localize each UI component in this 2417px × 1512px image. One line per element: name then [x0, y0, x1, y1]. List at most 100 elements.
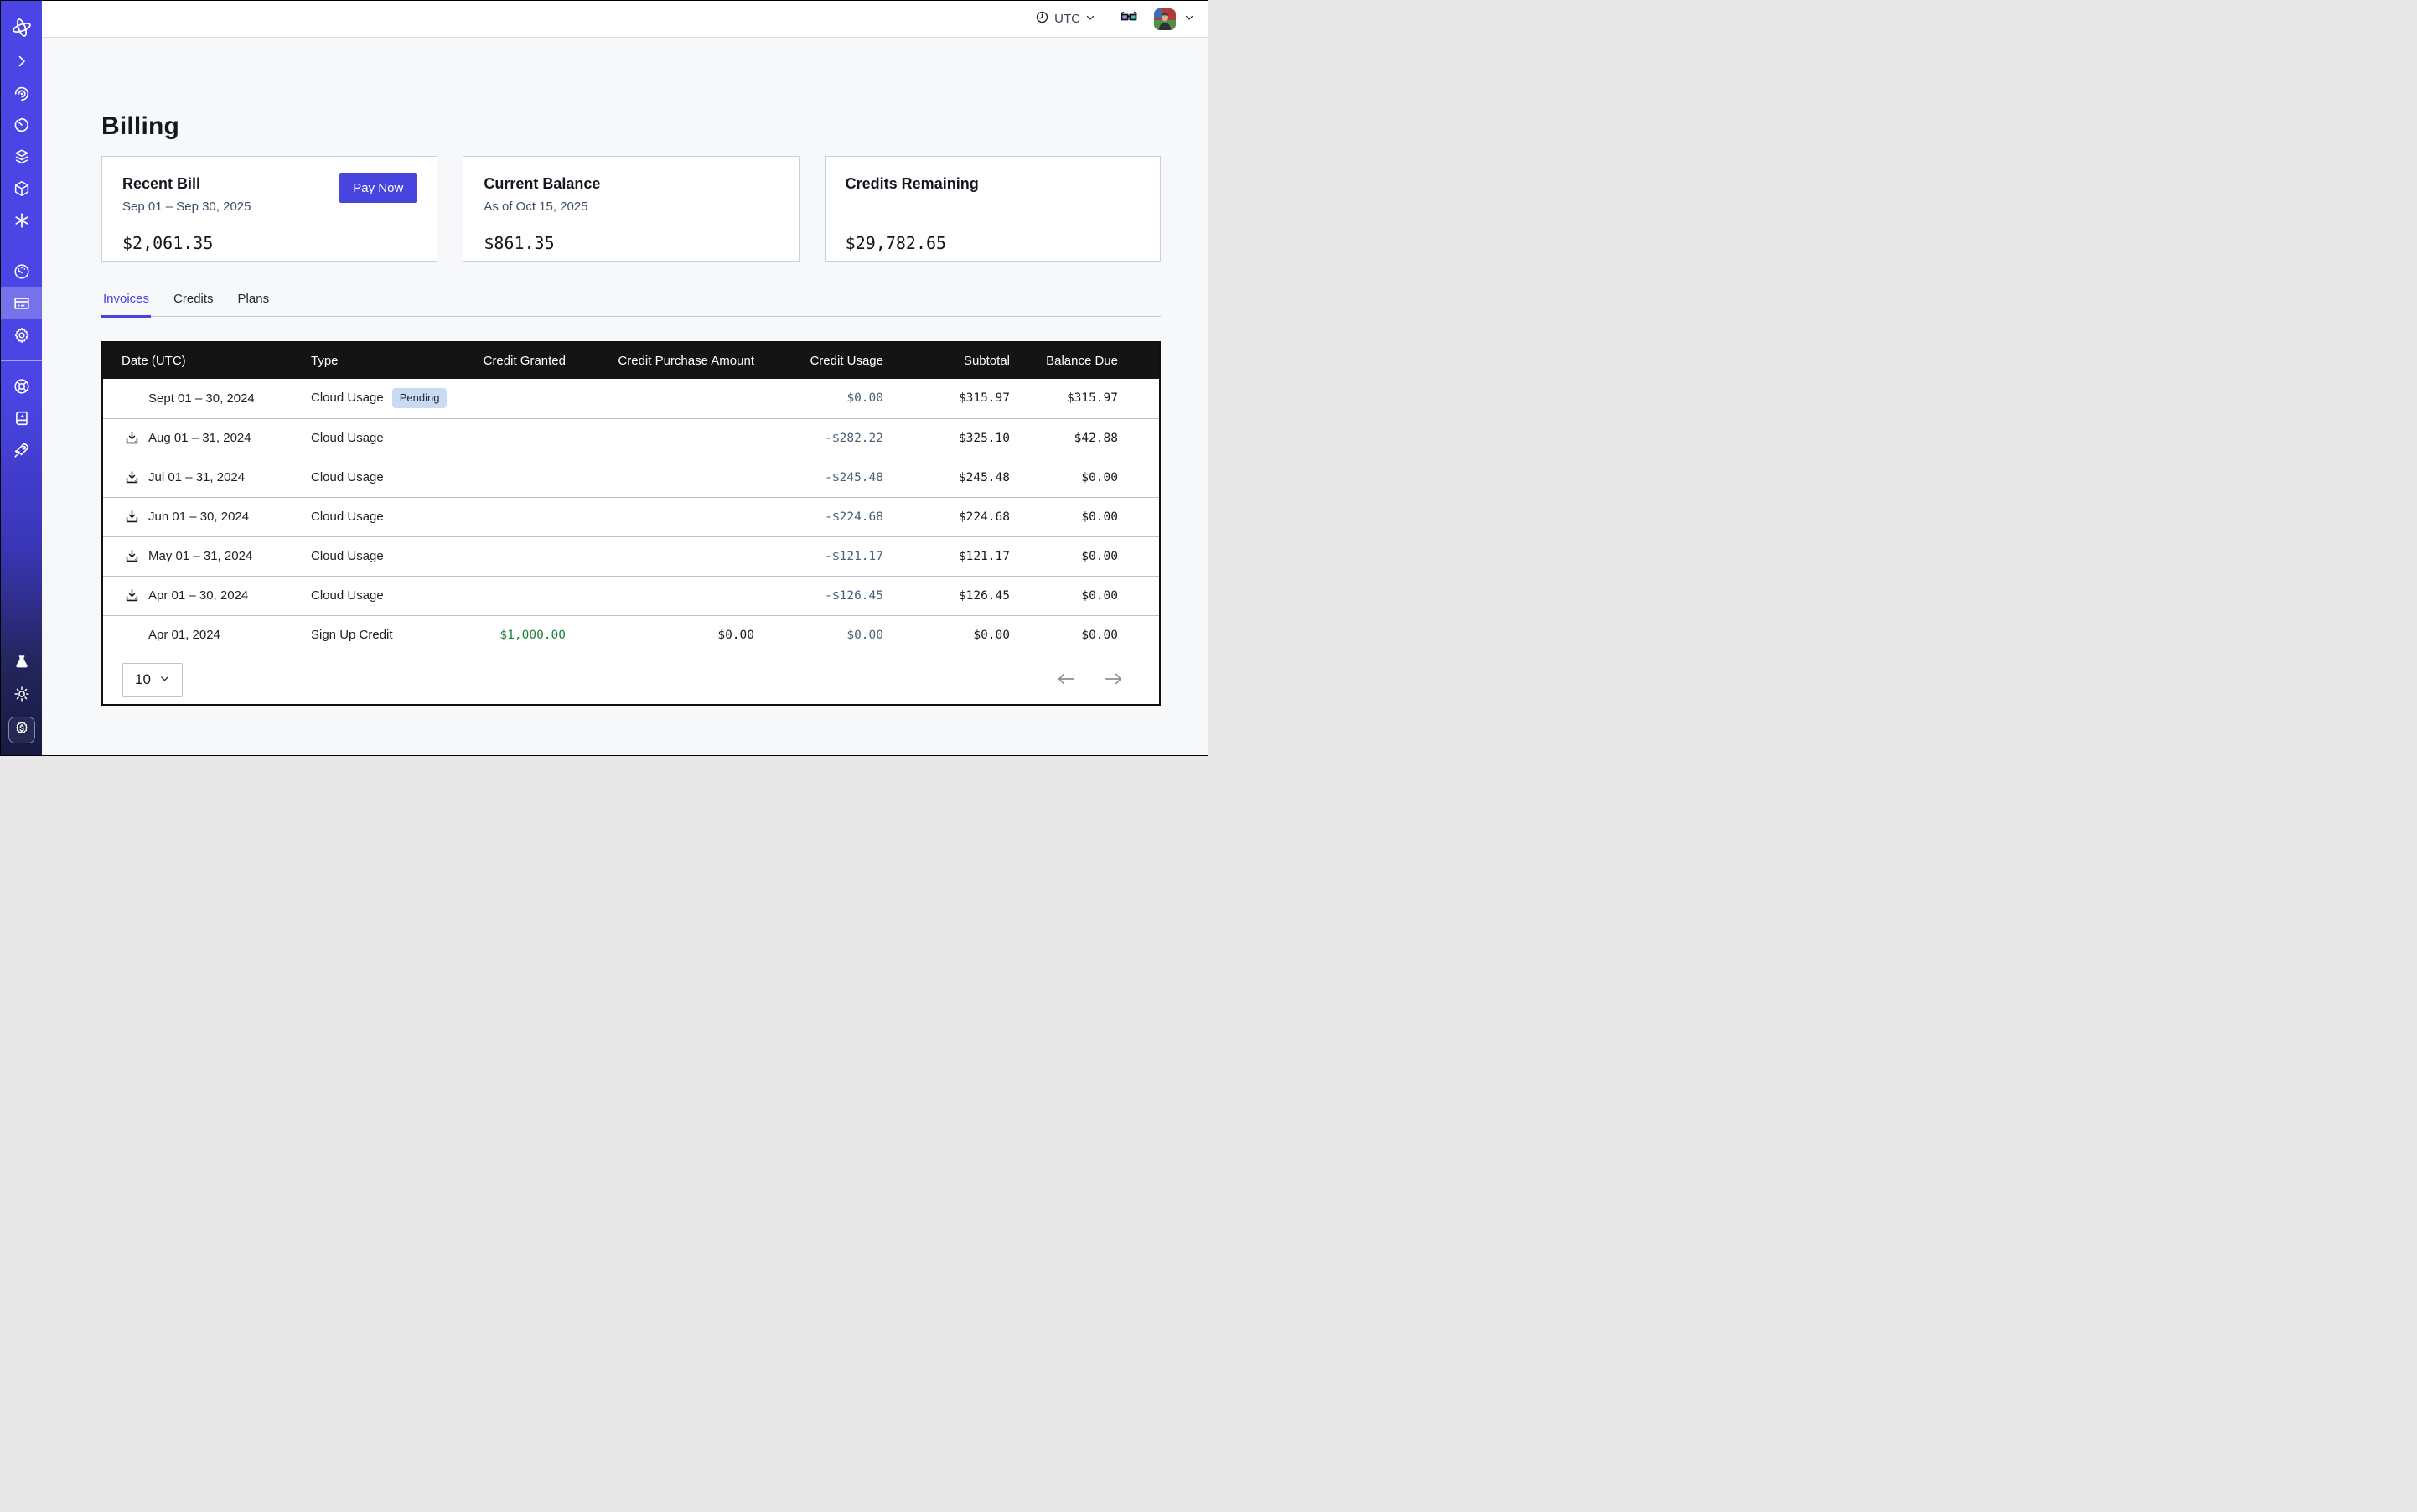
- credit-granted-value: [453, 497, 566, 536]
- credit-granted-value: [453, 379, 566, 418]
- credit-usage-value: $0.00: [754, 615, 883, 655]
- sidebar-item-expand[interactable]: [1, 45, 42, 77]
- dashboard-gauge-icon: [13, 262, 31, 281]
- invoices-table: Date (UTC)TypeCredit GrantedCredit Purch…: [103, 343, 1159, 655]
- credit-usage-value: $0.00: [754, 379, 883, 418]
- column-header: Credit Usage: [754, 343, 883, 379]
- chevron-down-icon: [159, 671, 170, 688]
- column-header: Credit Granted: [453, 343, 566, 379]
- table-row: Aug 01 – 31, 2024Cloud Usage-$282.22$325…: [103, 418, 1159, 458]
- credit-purchase-value: $0.00: [566, 615, 754, 655]
- tab-credits[interactable]: Credits: [172, 291, 215, 316]
- credit-purchase-value: [566, 458, 754, 497]
- sidebar-divider: [1, 360, 42, 361]
- card-title: Current Balance: [484, 173, 778, 194]
- recent-bill-card: Recent Bill Sep 01 – Sep 30, 2025 $2,061…: [101, 156, 437, 262]
- download-slot-empty: [124, 627, 140, 643]
- rocket-icon: [13, 441, 31, 459]
- sidebar-item-support[interactable]: [1, 370, 42, 402]
- sidebar-item-settings[interactable]: [1, 319, 42, 351]
- credit-usage-value: -$121.17: [754, 536, 883, 576]
- pay-now-button[interactable]: Pay Now: [339, 173, 417, 203]
- card-amount: $861.35: [484, 233, 778, 253]
- credit-purchase-value: [566, 497, 754, 536]
- sidebar-item-theme[interactable]: [1, 678, 42, 710]
- billing-tabs: Invoices Credits Plans: [101, 291, 1161, 317]
- table-row: Apr 01, 2024Sign Up Credit$1,000.00$0.00…: [103, 615, 1159, 655]
- sidebar-item-labs[interactable]: [1, 646, 42, 678]
- subtotal-value: $224.68: [883, 497, 1010, 536]
- sidebar-item-monitoring[interactable]: [1, 77, 42, 109]
- invoice-date: Apr 01, 2024: [148, 628, 220, 642]
- balance-due-value: $0.00: [1010, 615, 1159, 655]
- cube-icon: [13, 179, 31, 198]
- invoice-date: Jun 01 – 30, 2024: [148, 510, 249, 524]
- credit-purchase-value: [566, 379, 754, 418]
- support-wheel-icon: [13, 377, 31, 396]
- column-header: Credit Purchase Amount: [566, 343, 754, 379]
- avatar[interactable]: [1154, 8, 1176, 30]
- sidebar-item-billing[interactable]: [1, 287, 42, 319]
- download-invoice-icon[interactable]: [124, 588, 140, 603]
- billing-card-icon: [13, 294, 31, 313]
- credit-usage-value: -$245.48: [754, 458, 883, 497]
- credit-granted-value: [453, 418, 566, 458]
- prev-page-button[interactable]: [1057, 672, 1075, 688]
- timezone-selector[interactable]: UTC: [1035, 10, 1095, 28]
- credit-granted-value: [453, 536, 566, 576]
- download-invoice-icon[interactable]: [124, 548, 140, 564]
- view-mode-button[interactable]: [1119, 7, 1139, 31]
- sidebar-item-packages[interactable]: [1, 173, 42, 205]
- logo-orbit-icon[interactable]: [9, 15, 34, 40]
- summary-cards: Recent Bill Sep 01 – Sep 30, 2025 $2,061…: [101, 156, 1161, 262]
- table-header: Date (UTC)TypeCredit GrantedCredit Purch…: [103, 343, 1159, 379]
- next-page-button[interactable]: [1105, 672, 1123, 688]
- 3d-glasses-icon: [1119, 7, 1139, 31]
- history-clock-icon: [13, 116, 31, 134]
- column-header: Subtotal: [883, 343, 1010, 379]
- card-amount: $29,782.65: [846, 233, 1140, 253]
- download-slot-empty: [124, 391, 140, 406]
- invoice-date: May 01 – 31, 2024: [148, 549, 252, 563]
- download-invoice-icon[interactable]: [124, 469, 140, 485]
- column-header: Type: [311, 343, 453, 379]
- credit-purchase-value: [566, 576, 754, 615]
- credit-granted-value: $1,000.00: [453, 615, 566, 655]
- download-invoice-icon[interactable]: [124, 509, 140, 525]
- invoices-table-container: Date (UTC)TypeCredit GrantedCredit Purch…: [101, 341, 1161, 706]
- sidebar-item-layers[interactable]: [1, 141, 42, 173]
- topbar: UTC: [42, 1, 1208, 38]
- sidebar-item-dashboard[interactable]: [1, 256, 42, 287]
- monitor-eye-icon: [13, 84, 31, 102]
- clock-icon: [1035, 10, 1049, 28]
- tab-invoices[interactable]: Invoices: [101, 291, 151, 316]
- credits-button[interactable]: [8, 717, 35, 743]
- account-menu-button[interactable]: [1184, 12, 1194, 27]
- asterisk-icon: [13, 211, 31, 230]
- column-header: Balance Due: [1010, 343, 1159, 379]
- chevron-down-icon: [1085, 12, 1095, 27]
- sidebar-item-docs[interactable]: [1, 402, 42, 434]
- tab-plans[interactable]: Plans: [236, 291, 272, 316]
- table-row: Jun 01 – 30, 2024Cloud Usage-$224.68$224…: [103, 497, 1159, 536]
- status-badge: Pending: [392, 388, 448, 408]
- theme-sun-icon: [13, 685, 31, 703]
- balance-due-value: $0.00: [1010, 497, 1159, 536]
- credit-usage-value: -$224.68: [754, 497, 883, 536]
- sidebar-item-services[interactable]: [1, 205, 42, 236]
- invoice-type: Cloud Usage: [311, 588, 384, 603]
- table-row: Apr 01 – 30, 2024Cloud Usage-$126.45$126…: [103, 576, 1159, 615]
- credits-dollar-icon: [13, 720, 30, 741]
- sidebar-item-history[interactable]: [1, 109, 42, 141]
- app-window: UTC: [0, 0, 1208, 756]
- current-balance-card: Current Balance As of Oct 15, 2025 $861.…: [463, 156, 799, 262]
- page-size-select[interactable]: 10: [122, 663, 183, 697]
- card-amount: $2,061.35: [122, 233, 417, 253]
- sidebar-item-launch[interactable]: [1, 434, 42, 466]
- credit-granted-value: [453, 576, 566, 615]
- table-row: Jul 01 – 31, 2024Cloud Usage-$245.48$245…: [103, 458, 1159, 497]
- invoice-type: Cloud Usage: [311, 549, 384, 563]
- subtotal-value: $121.17: [883, 536, 1010, 576]
- sidebar: [1, 1, 42, 755]
- download-invoice-icon[interactable]: [124, 430, 140, 446]
